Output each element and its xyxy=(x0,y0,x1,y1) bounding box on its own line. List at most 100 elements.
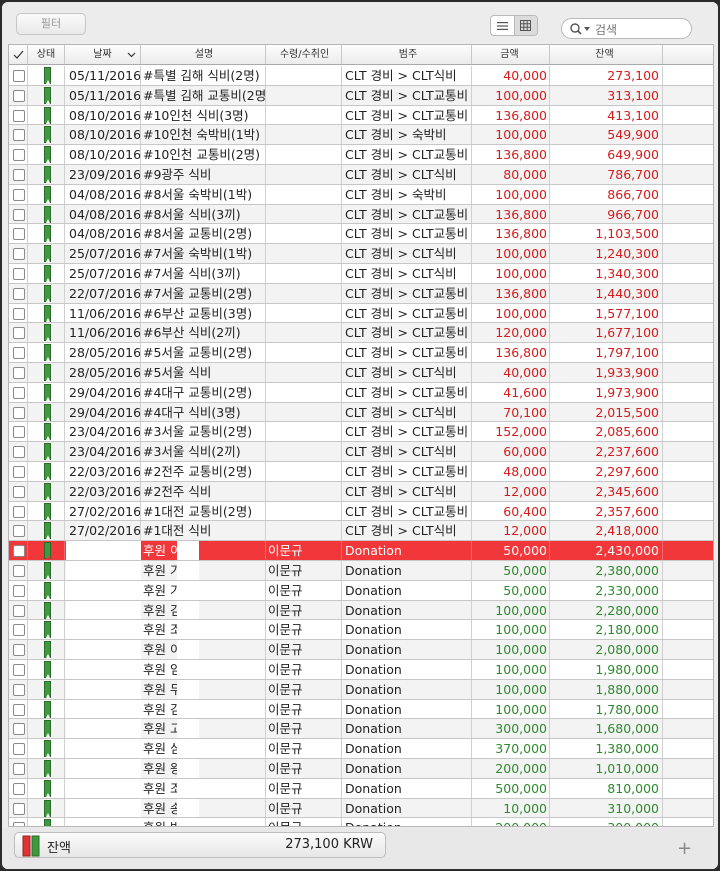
row-checkbox[interactable] xyxy=(9,541,28,560)
table-row[interactable]: 23/04/2016 #3서울 교통비(2명) CLT 경비 > CLT교통비 152… xyxy=(9,422,713,443)
row-checkbox[interactable] xyxy=(9,184,28,204)
table-row[interactable]: 후원 왕 이문규 Donation 200,000 1,010,000 xyxy=(9,759,713,779)
table-row[interactable]: 22/03/2016 #2전주 교통비(2명) CLT 경비 > CLT교통비 48,… xyxy=(9,462,713,482)
row-checkbox[interactable] xyxy=(9,323,28,343)
table-row[interactable]: 후원 박이문규Donation200,000300,000 xyxy=(9,818,713,826)
checkbox[interactable] xyxy=(13,228,25,241)
table-row[interactable]: 22/07/2016 #7서울 교통비(2명) CLT 경비 > CLT교통비 136… xyxy=(9,283,713,304)
row-checkbox[interactable] xyxy=(9,759,28,778)
row-checkbox[interactable] xyxy=(9,561,28,580)
checkbox[interactable] xyxy=(13,149,25,162)
row-checkbox[interactable] xyxy=(9,105,28,125)
checkbox[interactable] xyxy=(13,782,25,795)
row-checkbox[interactable] xyxy=(9,739,28,758)
table-row[interactable]: 후원 고 이문규 Donation 300,000 1,680,000 xyxy=(9,719,713,740)
table-row[interactable]: 29/04/2016 #4대구 교통비(2명) CLT 경비 > CLT교통비 41,… xyxy=(9,382,713,403)
row-checkbox[interactable] xyxy=(9,244,28,263)
checkbox[interactable] xyxy=(13,188,25,201)
table-row[interactable]: 28/05/2016 #5서울 식비 CLT 경비 > CLT식비 40,000 1,9… xyxy=(9,363,713,383)
table-row[interactable]: 후원 김 이문규 Donation 100,000 2,280,000 xyxy=(9,600,713,621)
checkbox[interactable] xyxy=(13,70,25,82)
checkbox[interactable] xyxy=(13,802,25,815)
row-checkbox[interactable] xyxy=(9,204,28,224)
grid-view-icon[interactable] xyxy=(513,16,537,35)
checkbox[interactable] xyxy=(13,327,25,340)
row-checkbox[interactable] xyxy=(9,521,28,541)
row-checkbox[interactable] xyxy=(9,699,28,719)
table-row[interactable]: 후원 무 이문규 Donation 100,000 1,880,000 xyxy=(9,679,713,700)
checkbox[interactable] xyxy=(13,406,25,419)
header-category[interactable]: 범주 xyxy=(342,45,472,64)
table-row[interactable]: 28/05/2016 #5서울 교통비(2명) CLT 경비 > CLT교통비 136… xyxy=(9,343,713,363)
table-row[interactable]: 25/07/2016 #7서울 숙박비(1박) CLT 경비 > CLT식비 100,… xyxy=(9,244,713,264)
checkbox[interactable] xyxy=(13,485,25,498)
table-row[interactable]: 04/08/2016 #8서울 교통비(2명) CLT 경비 > CLT교통비 136… xyxy=(9,224,713,245)
filter-button[interactable]: 필터 xyxy=(16,13,86,35)
row-checkbox[interactable] xyxy=(9,66,28,85)
table-row[interactable]: 후원 심 이문규 Donation 370,000 1,380,000 xyxy=(9,739,713,759)
checkbox[interactable] xyxy=(13,723,25,736)
table-row[interactable]: 후원 이 이문규 Donation 50,000 2,430,000 xyxy=(9,541,713,561)
table-row[interactable]: 08/10/2016 #10인천 식비(3명) CLT 경비 > CLT교통비 136… xyxy=(9,105,713,126)
row-checkbox[interactable] xyxy=(9,640,28,659)
checkbox[interactable] xyxy=(13,248,25,261)
checkbox[interactable] xyxy=(13,644,25,657)
header-status[interactable]: 상태 xyxy=(28,45,65,64)
checkbox[interactable] xyxy=(13,109,25,122)
row-checkbox[interactable] xyxy=(9,402,28,422)
row-checkbox[interactable] xyxy=(9,660,28,679)
table-row[interactable]: 04/08/2016 #8서울 식비(3끼) CLT 경비 > CLT교통비 136,… xyxy=(9,204,713,225)
checkbox[interactable] xyxy=(13,624,25,637)
table-row[interactable]: 후원 임 이문규 Donation 100,000 1,980,000 xyxy=(9,660,713,680)
row-checkbox[interactable] xyxy=(9,85,28,105)
checkbox[interactable] xyxy=(13,367,25,379)
checkbox[interactable] xyxy=(13,169,25,181)
checkbox[interactable] xyxy=(13,683,25,696)
row-checkbox[interactable] xyxy=(9,283,28,303)
checkbox[interactable] xyxy=(13,426,25,439)
checkbox[interactable] xyxy=(13,525,25,538)
table-row[interactable]: 후원 이 이문규 Donation 100,000 2,080,000 xyxy=(9,640,713,660)
row-checkbox[interactable] xyxy=(9,620,28,640)
table-row[interactable]: 08/10/2016 #10인천 숙박비(1박) CLT 경비 > 숙박비 100,0… xyxy=(9,125,713,146)
checkbox[interactable] xyxy=(13,822,25,826)
row-checkbox[interactable] xyxy=(9,798,28,818)
row-checkbox[interactable] xyxy=(9,145,28,164)
row-checkbox[interactable] xyxy=(9,363,28,382)
checkbox[interactable] xyxy=(13,446,25,459)
checkbox[interactable] xyxy=(13,268,25,280)
table-row[interactable]: 후원 기 이문규 Donation 50,000 2,380,000 xyxy=(9,561,713,581)
row-checkbox[interactable] xyxy=(9,165,28,184)
header-description[interactable]: 설명 xyxy=(141,45,266,64)
table-row[interactable]: 29/04/2016 #4대구 식비(3명) CLT 경비 > CLT식비 70,10… xyxy=(9,402,713,423)
table-row[interactable]: 22/03/2016 #2전주 식비 CLT 경비 > CLT식비 12,000 2,3… xyxy=(9,481,713,502)
table-row[interactable]: 후원 기 이문규 Donation 50,000 2,330,000 xyxy=(9,580,713,601)
checkbox[interactable] xyxy=(13,89,25,102)
table-row[interactable]: 11/06/2016 #6부산 식비(2끼) CLT 경비 > CLT교통비 120,… xyxy=(9,323,713,344)
row-checkbox[interactable] xyxy=(9,679,28,699)
table-row[interactable]: 27/02/2016 #1대전 식비 CLT 경비 > CLT식비 12,000 2,4… xyxy=(9,521,713,542)
checkbox[interactable] xyxy=(13,347,25,360)
table-row[interactable]: 27/02/2016 #1대전 교통비(2명) CLT 경비 > CLT교통비 60,… xyxy=(9,501,713,522)
checkbox[interactable] xyxy=(13,287,25,300)
table-row[interactable]: 후원 조 이문규 Donation 500,000 810,000 xyxy=(9,778,713,799)
header-check[interactable] xyxy=(9,45,28,64)
checkbox[interactable] xyxy=(13,664,25,676)
checkbox[interactable] xyxy=(13,565,25,577)
checkbox[interactable] xyxy=(13,386,25,399)
checkbox[interactable] xyxy=(13,604,25,617)
row-checkbox[interactable] xyxy=(9,580,28,600)
row-checkbox[interactable] xyxy=(9,501,28,521)
checkbox[interactable] xyxy=(13,584,25,597)
add-icon[interactable]: + xyxy=(677,838,692,859)
row-checkbox[interactable] xyxy=(9,343,28,362)
row-checkbox[interactable] xyxy=(9,481,28,501)
list-view-icon[interactable] xyxy=(491,16,514,35)
row-checkbox[interactable] xyxy=(9,303,28,323)
checkbox[interactable] xyxy=(13,743,25,756)
table-row[interactable]: 11/06/2016 #6부산 교통비(3명) CLT 경비 > CLT교통비 100… xyxy=(9,303,713,324)
row-checkbox[interactable] xyxy=(9,264,28,283)
row-checkbox[interactable] xyxy=(9,719,28,739)
checkbox[interactable] xyxy=(13,545,25,558)
account-balance-box[interactable]: 잔액 273,100 KRW xyxy=(14,832,386,858)
